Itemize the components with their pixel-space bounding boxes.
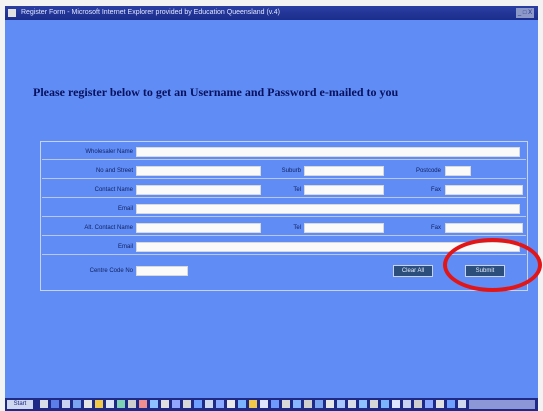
task-icon[interactable]	[447, 400, 455, 408]
alt-email-label: Email	[117, 244, 133, 250]
task-icon[interactable]	[84, 400, 92, 408]
clear-all-button[interactable]: Clear All	[393, 265, 433, 277]
task-icon[interactable]	[139, 400, 147, 408]
task-icon[interactable]	[403, 400, 411, 408]
window-title: Register Form - Microsoft Internet Explo…	[20, 9, 280, 16]
no-and-street-input[interactable]	[136, 166, 261, 176]
task-icon[interactable]	[73, 400, 81, 408]
task-icon[interactable]	[337, 400, 345, 408]
email-label: Email	[117, 206, 133, 212]
task-icon[interactable]	[161, 400, 169, 408]
task-icon[interactable]	[194, 400, 202, 408]
alt-tel-label: Tel	[293, 225, 301, 231]
postcode-label: Postcode	[415, 168, 441, 174]
task-icon[interactable]	[260, 400, 268, 408]
alt-contact-name-label: Alt. Contact Name	[84, 225, 133, 231]
wholesaler-name-label: Wholesaler Name	[85, 149, 133, 155]
task-icon[interactable]	[40, 400, 48, 408]
task-icon[interactable]	[293, 400, 301, 408]
alt-fax-label: Fax	[430, 225, 441, 231]
task-icon[interactable]	[414, 400, 422, 408]
page-headline: Please register below to get an Username…	[33, 85, 399, 99]
task-icon[interactable]	[282, 400, 290, 408]
suburb-label: Suburb	[281, 168, 301, 174]
task-icon[interactable]	[128, 400, 136, 408]
task-icon[interactable]	[458, 400, 466, 408]
row-divider	[42, 216, 526, 217]
task-icon[interactable]	[326, 400, 334, 408]
centre-code-input[interactable]	[136, 266, 188, 276]
task-icon[interactable]	[95, 400, 103, 408]
fax-input[interactable]	[445, 185, 523, 195]
task-icon[interactable]	[172, 400, 180, 408]
highlight-circle	[443, 238, 542, 292]
tel-label: Tel	[293, 187, 301, 193]
task-icon[interactable]	[249, 400, 257, 408]
title-bar: Register Form - Microsoft Internet Explo…	[5, 6, 538, 20]
task-icon[interactable]	[183, 400, 191, 408]
tel-input[interactable]	[304, 185, 384, 195]
email-input[interactable]	[136, 204, 520, 214]
fax-label: Fax	[430, 187, 441, 193]
task-icon[interactable]	[62, 400, 70, 408]
task-icon[interactable]	[216, 400, 224, 408]
browser-window: Register Form - Microsoft Internet Explo…	[5, 6, 538, 406]
contact-name-input[interactable]	[136, 185, 261, 195]
task-icon[interactable]	[392, 400, 400, 408]
row-divider	[42, 178, 526, 179]
task-icon[interactable]	[436, 400, 444, 408]
window-controls[interactable]: _ □ X	[516, 8, 534, 18]
start-button[interactable]: Start	[7, 400, 33, 409]
tray-icon[interactable]	[469, 400, 535, 409]
task-icon[interactable]	[370, 400, 378, 408]
task-icon[interactable]	[238, 400, 246, 408]
row-divider	[42, 159, 526, 160]
postcode-input[interactable]	[445, 166, 471, 176]
task-icon[interactable]	[51, 400, 59, 408]
task-icon[interactable]	[106, 400, 114, 408]
task-icon[interactable]	[304, 400, 312, 408]
suburb-input[interactable]	[304, 166, 384, 176]
no-and-street-label: No and Street	[95, 168, 133, 174]
task-icon[interactable]	[381, 400, 389, 408]
task-icon[interactable]	[205, 400, 213, 408]
alt-tel-input[interactable]	[304, 223, 384, 233]
wholesaler-name-input[interactable]	[136, 147, 520, 157]
alt-contact-name-input[interactable]	[136, 223, 261, 233]
centre-code-label: Centre Code No	[89, 268, 133, 274]
task-icon[interactable]	[348, 400, 356, 408]
task-icon[interactable]	[271, 400, 279, 408]
task-icon[interactable]	[359, 400, 367, 408]
row-divider	[42, 235, 526, 236]
contact-name-label: Contact Name	[94, 187, 133, 193]
task-icon[interactable]	[117, 400, 125, 408]
task-icon[interactable]	[425, 400, 433, 408]
task-icon[interactable]	[150, 400, 158, 408]
task-icon[interactable]	[227, 400, 235, 408]
alt-fax-input[interactable]	[445, 223, 523, 233]
app-icon	[8, 9, 16, 17]
row-divider	[42, 197, 526, 198]
task-icon[interactable]	[315, 400, 323, 408]
taskbar: Start	[5, 398, 538, 411]
